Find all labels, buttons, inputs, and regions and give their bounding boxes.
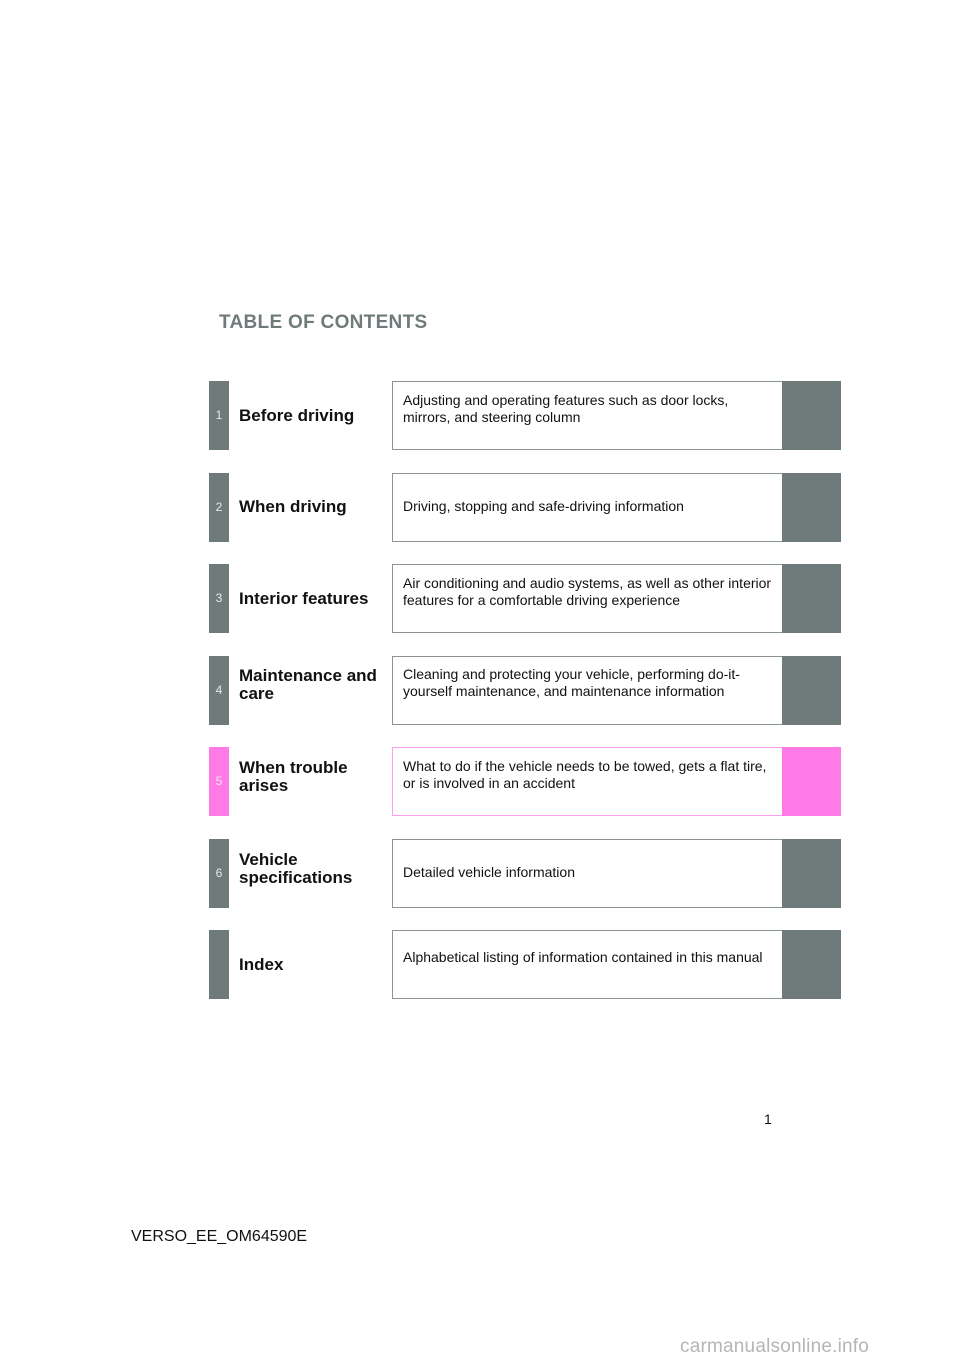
chapter-thumb-tab: [782, 381, 841, 450]
chapter-title[interactable]: Vehicle specifications: [239, 835, 364, 904]
chapter-thumb-tab: [782, 655, 841, 725]
chapter-description: Cleaning and protecting your vehicle, pe…: [403, 666, 740, 699]
chapter-title[interactable]: Index: [239, 930, 389, 999]
chapter-description-box: Alphabetical listing of information cont…: [392, 930, 782, 999]
chapter-tab: 5: [209, 747, 229, 816]
chapter-description-box: Adjusting and operating features such as…: [392, 381, 782, 450]
chapter-row-index[interactable]: Index Alphabetical listing of informatio…: [209, 930, 841, 999]
chapter-number: 6: [215, 865, 223, 880]
chapter-description: Alphabetical listing of information cont…: [403, 949, 763, 965]
chapter-description-box: Driving, stopping and safe-driving infor…: [392, 472, 782, 542]
chapter-thumb-tab: [782, 838, 841, 908]
chapter-description-box: Cleaning and protecting your vehicle, pe…: [392, 655, 782, 725]
chapter-row-when-driving[interactable]: 2 When driving Driving, stopping and saf…: [209, 472, 841, 542]
chapter-tab: [209, 930, 229, 999]
page-number: 1: [764, 1111, 772, 1127]
chapter-title[interactable]: Interior features: [239, 564, 389, 633]
chapter-number: [209, 930, 229, 999]
chapter-row-vehicle-specifications[interactable]: 6 Vehicle specifications Detailed vehicl…: [209, 838, 841, 908]
chapter-title[interactable]: Before driving: [239, 381, 389, 450]
chapter-title[interactable]: Maintenance and care: [239, 651, 389, 720]
chapter-title[interactable]: When driving: [239, 473, 389, 542]
chapter-number: 3: [215, 591, 223, 605]
chapter-number: 5: [215, 774, 223, 788]
chapter-thumb-tab: [782, 747, 841, 816]
chapter-tab: 1: [209, 381, 229, 450]
chapter-description-box: Detailed vehicle information: [392, 838, 782, 908]
chapter-description: Adjusting and operating features such as…: [403, 391, 729, 425]
chapter-title[interactable]: When trouble arises: [239, 742, 359, 811]
chapter-thumb-tab: [782, 930, 841, 999]
chapter-thumb-tab: [782, 472, 841, 542]
chapter-description: Detailed vehicle information: [403, 863, 575, 880]
chapter-tab: 4: [209, 655, 229, 725]
chapter-thumb-tab: [782, 564, 841, 633]
page-title: TABLE OF CONTENTS: [219, 312, 428, 333]
chapter-number: 4: [215, 682, 223, 697]
chapter-row-interior-features[interactable]: 3 Interior features Air conditioning and…: [209, 564, 841, 633]
chapter-tab: 2: [209, 472, 229, 542]
chapter-description: Air conditioning and audio systems, as w…: [403, 574, 772, 608]
chapter-tab: 6: [209, 838, 229, 908]
chapter-description-box: What to do if the vehicle needs to be to…: [392, 747, 782, 816]
watermark: carmanualsonline.info: [680, 1336, 870, 1357]
chapter-row-when-trouble-arises[interactable]: 5 When trouble arises What to do if the …: [209, 747, 841, 816]
chapter-tab: 3: [209, 564, 229, 633]
chapter-description: Driving, stopping and safe-driving infor…: [403, 497, 684, 514]
document-code: VERSO_EE_OM64590E: [131, 1228, 308, 1245]
chapter-number: 2: [215, 499, 223, 514]
chapter-number: 1: [215, 408, 223, 422]
chapter-row-before-driving[interactable]: 1 Before driving Adjusting and operating…: [209, 381, 841, 450]
chapter-description-box: Air conditioning and audio systems, as w…: [392, 564, 782, 633]
chapter-description: What to do if the vehicle needs to be to…: [403, 757, 767, 791]
chapter-row-maintenance-and-care[interactable]: 4 Maintenance and care Cleaning and prot…: [209, 655, 841, 725]
